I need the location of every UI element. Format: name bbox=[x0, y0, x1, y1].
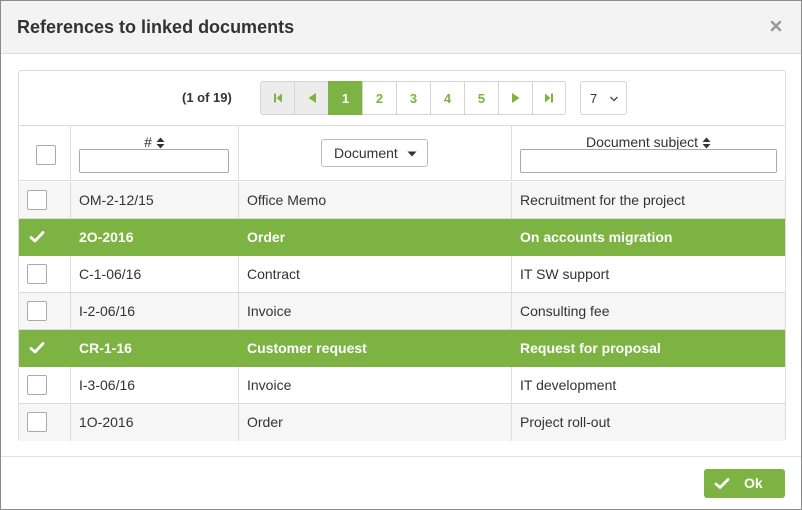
dialog-footer: Ok bbox=[1, 456, 801, 509]
table-row[interactable]: 2O-2016 Order On accounts migration bbox=[19, 219, 785, 256]
dialog-titlebar: References to linked documents bbox=[1, 1, 801, 54]
row-select-cell bbox=[19, 293, 71, 330]
subject-header-label: Document subject bbox=[585, 134, 699, 150]
sort-icon bbox=[702, 137, 711, 149]
table-row[interactable]: I-3-06/16 Invoice IT development bbox=[19, 367, 785, 404]
document-header-label: Document bbox=[334, 145, 398, 161]
row-checkbox[interactable] bbox=[27, 301, 47, 321]
row-document: Order bbox=[239, 404, 512, 441]
dialog-title: References to linked documents bbox=[17, 17, 295, 37]
row-select-cell bbox=[19, 256, 71, 293]
header-select-cell bbox=[19, 126, 71, 181]
row-checkbox[interactable] bbox=[27, 412, 47, 432]
row-number: I-3-06/16 bbox=[71, 367, 239, 404]
table-row[interactable]: CR-1-16 Customer request Request for pro… bbox=[19, 330, 785, 367]
table-header: # Document Document subject bbox=[19, 126, 785, 181]
row-subject: On accounts migration bbox=[520, 229, 673, 245]
select-all-checkbox[interactable] bbox=[36, 145, 56, 165]
caret-down-icon bbox=[407, 151, 417, 157]
linked-documents-dialog: References to linked documents (1 of 19)… bbox=[0, 0, 802, 510]
row-number: 1O-2016 bbox=[71, 404, 239, 441]
table-row[interactable]: C-1-06/16 Contract IT SW support bbox=[19, 256, 785, 293]
row-document: Invoice bbox=[239, 293, 512, 330]
row-subject: Recruitment for the project bbox=[520, 192, 685, 208]
row-select-cell bbox=[19, 182, 71, 219]
first-page-button[interactable] bbox=[260, 81, 295, 115]
row-document: Contract bbox=[239, 256, 512, 293]
row-document: Order bbox=[239, 219, 512, 256]
subject-column-header[interactable]: Document subject bbox=[512, 134, 785, 150]
rows-per-page-select[interactable]: 7 bbox=[580, 81, 627, 115]
row-number: I-2-06/16 bbox=[71, 293, 239, 330]
document-filter-dropdown[interactable]: Document bbox=[321, 139, 428, 167]
row-number: OM-2-12/15 bbox=[71, 182, 239, 219]
table-row[interactable]: OM-2-12/15 Office Memo Recruitment for t… bbox=[19, 182, 785, 219]
row-subject: Project roll-out bbox=[520, 414, 611, 430]
sort-icon bbox=[156, 137, 165, 149]
row-document: Invoice bbox=[239, 367, 512, 404]
row-subject: Request for proposal bbox=[520, 340, 661, 356]
row-select-cell bbox=[19, 367, 71, 404]
row-number: 2O-2016 bbox=[71, 219, 239, 256]
header-subject-cell: Document subject bbox=[512, 126, 785, 181]
checkmark-icon[interactable] bbox=[29, 230, 45, 244]
row-subject: IT development bbox=[520, 377, 617, 393]
first-page-icon bbox=[273, 93, 282, 103]
last-page-icon bbox=[545, 93, 553, 103]
rows-per-page-value: 7 bbox=[590, 90, 598, 106]
row-subject: IT SW support bbox=[520, 266, 610, 282]
ok-button-label: Ok bbox=[744, 475, 763, 491]
next-page-icon bbox=[511, 93, 519, 103]
checkmark-icon[interactable] bbox=[29, 341, 45, 355]
header-number-cell: # bbox=[71, 126, 239, 181]
row-checkbox[interactable] bbox=[27, 190, 47, 210]
row-select-cell bbox=[19, 219, 71, 256]
documents-table-panel: (1 of 19) 1 2 3 4 5 7 # Document Documen… bbox=[18, 70, 786, 441]
checkmark-icon bbox=[714, 478, 730, 489]
page-5-button[interactable]: 5 bbox=[464, 81, 499, 115]
ok-button[interactable]: Ok bbox=[704, 469, 785, 498]
row-checkbox[interactable] bbox=[27, 375, 47, 395]
page-1-button[interactable]: 1 bbox=[328, 81, 363, 115]
number-column-header[interactable]: # bbox=[71, 134, 238, 150]
row-document: Customer request bbox=[239, 330, 512, 367]
row-checkbox[interactable] bbox=[27, 264, 47, 284]
page-3-button[interactable]: 3 bbox=[396, 81, 431, 115]
page-2-button[interactable]: 2 bbox=[362, 81, 397, 115]
header-document-cell: Document bbox=[239, 126, 512, 181]
row-document: Office Memo bbox=[239, 182, 512, 219]
chevron-down-icon bbox=[609, 96, 619, 102]
next-page-button[interactable] bbox=[498, 81, 533, 115]
page-4-button[interactable]: 4 bbox=[430, 81, 465, 115]
number-header-label: # bbox=[144, 134, 152, 150]
row-select-cell bbox=[19, 330, 71, 367]
prev-page-icon bbox=[308, 93, 316, 103]
page-info: (1 of 19) bbox=[182, 90, 232, 105]
subject-filter-input[interactable] bbox=[520, 149, 777, 173]
table-row[interactable]: 1O-2016 Order Project roll-out bbox=[19, 404, 785, 441]
table-row[interactable]: I-2-06/16 Invoice Consulting fee bbox=[19, 293, 785, 330]
row-number: C-1-06/16 bbox=[71, 256, 239, 293]
last-page-button[interactable] bbox=[532, 81, 566, 115]
close-icon[interactable] bbox=[769, 19, 783, 33]
row-select-cell bbox=[19, 404, 71, 441]
row-number: CR-1-16 bbox=[71, 330, 239, 367]
row-subject: Consulting fee bbox=[520, 303, 610, 319]
prev-page-button[interactable] bbox=[294, 81, 329, 115]
number-filter-input[interactable] bbox=[79, 149, 229, 173]
paginator: (1 of 19) 1 2 3 4 5 7 bbox=[19, 71, 785, 126]
